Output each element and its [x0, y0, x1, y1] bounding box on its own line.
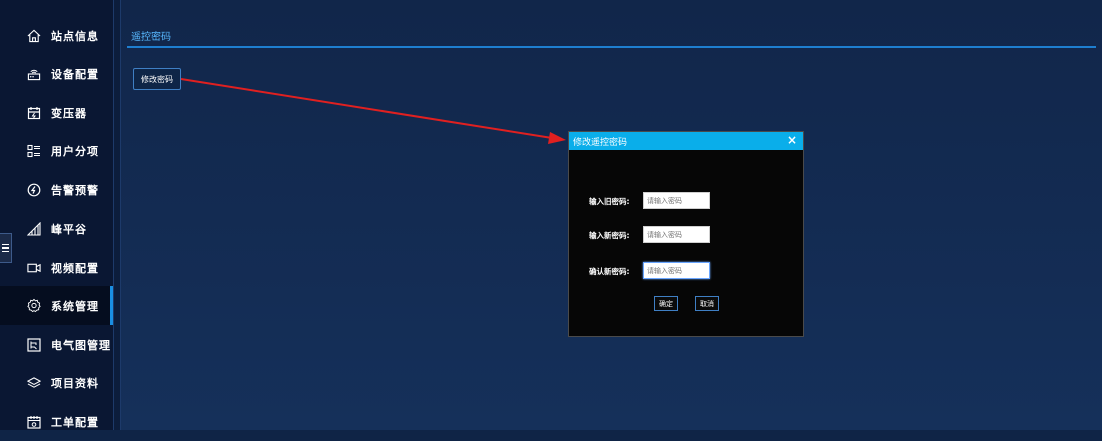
new-password-input[interactable] [643, 226, 710, 243]
dialog-title: 修改遥控密码 [573, 138, 628, 148]
annotation-arrow [180, 78, 566, 144]
new-password-label: 输入新密码: [589, 231, 630, 240]
change-remote-password-dialog: 修改遥控密码 × 输入旧密码: 输入新密码: 确认新密码: 确定 取消 [568, 131, 804, 337]
old-password-input[interactable] [643, 192, 710, 209]
close-icon[interactable]: × [787, 133, 797, 147]
old-password-label: 输入旧密码: [589, 197, 630, 206]
cancel-button[interactable]: 取消 [695, 296, 719, 311]
confirm-password-label: 确认新密码: [589, 267, 630, 276]
confirm-button[interactable]: 确定 [654, 296, 678, 311]
dialog-header: 修改遥控密码 × [569, 132, 803, 150]
confirm-password-input[interactable] [643, 262, 710, 279]
